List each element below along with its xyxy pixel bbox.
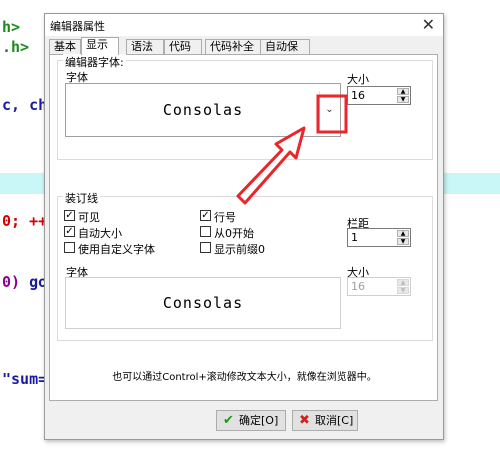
tab-display[interactable]: 显示 [81,37,119,55]
red-arrow-icon [236,126,306,205]
highlight-box [316,94,348,134]
annotation-overlay [236,94,348,205]
